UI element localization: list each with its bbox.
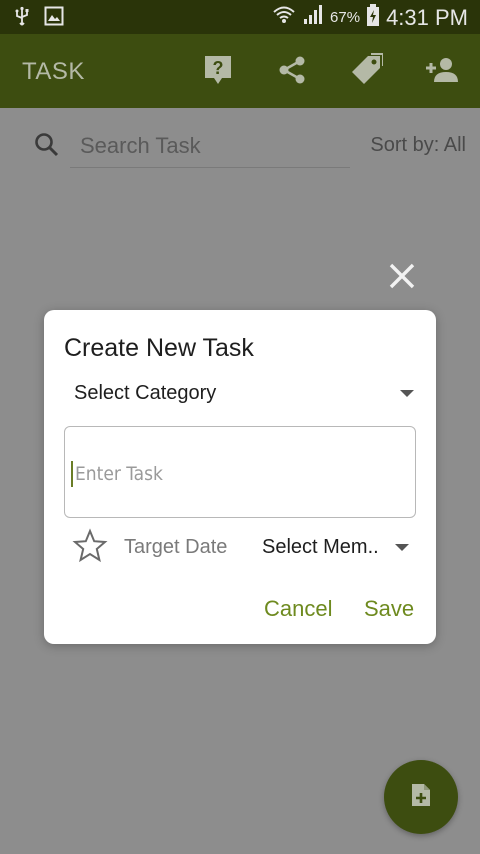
share-icon[interactable] bbox=[274, 52, 310, 88]
category-label: Select Category bbox=[74, 382, 217, 404]
add-person-icon[interactable] bbox=[424, 52, 460, 88]
help-icon[interactable]: ? bbox=[200, 52, 236, 88]
signal-icon bbox=[302, 4, 324, 31]
dropdown-arrow-icon bbox=[400, 390, 414, 397]
app-bar: TASK ? bbox=[0, 34, 480, 108]
status-left bbox=[14, 6, 64, 31]
save-button[interactable]: Save bbox=[364, 596, 414, 622]
usb-icon bbox=[14, 6, 30, 31]
create-task-dialog: Create New Task Select Category Enter Ta… bbox=[44, 310, 436, 644]
category-select[interactable]: Select Category bbox=[74, 376, 414, 412]
wifi-icon bbox=[272, 4, 296, 31]
dropdown-arrow-icon bbox=[395, 544, 409, 551]
member-select[interactable]: Select Mem.. bbox=[262, 536, 379, 559]
status-time: 4:31 PM bbox=[386, 4, 468, 30]
star-icon[interactable] bbox=[72, 528, 108, 564]
add-task-button[interactable] bbox=[384, 760, 458, 834]
search-row: Sort by: All bbox=[0, 118, 480, 178]
app-title: TASK bbox=[22, 58, 85, 85]
search-input[interactable] bbox=[70, 124, 350, 168]
sort-selector[interactable]: Sort by: All bbox=[370, 134, 466, 157]
text-cursor bbox=[71, 461, 73, 487]
status-bar: 67% 4:31 PM bbox=[0, 0, 480, 34]
battery-icon bbox=[366, 3, 380, 32]
dialog-title: Create New Task bbox=[64, 334, 254, 362]
image-icon bbox=[44, 6, 64, 31]
battery-percent: 67% bbox=[330, 9, 361, 26]
screen: 67% 4:31 PM TASK ? Sort by: All bbox=[0, 0, 480, 854]
svg-text:?: ? bbox=[213, 58, 224, 78]
tag-icon[interactable] bbox=[348, 52, 384, 88]
task-placeholder: Enter Task bbox=[75, 463, 163, 485]
add-document-icon bbox=[410, 782, 432, 813]
close-icon[interactable] bbox=[386, 260, 418, 292]
status-right: 67% 4:31 PM bbox=[272, 3, 468, 32]
target-date-picker[interactable]: Target Date bbox=[124, 536, 227, 559]
task-input[interactable]: Enter Task bbox=[64, 426, 416, 518]
cancel-button[interactable]: Cancel bbox=[264, 596, 332, 622]
search-icon[interactable] bbox=[34, 132, 60, 163]
